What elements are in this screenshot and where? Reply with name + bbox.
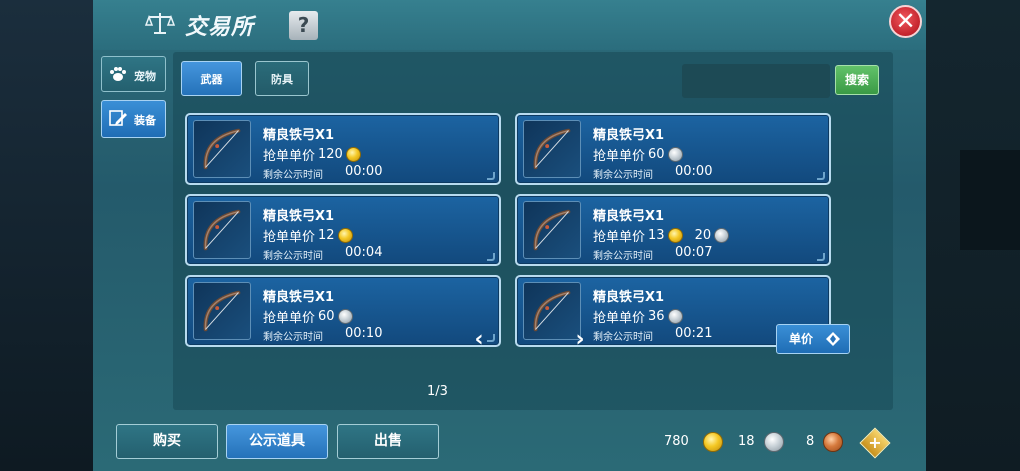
silver-coin-icon xyxy=(667,147,683,162)
window-title: 交易所 xyxy=(185,15,255,40)
silver-coin-icon xyxy=(714,228,730,243)
price-label: 抢单单价 xyxy=(593,311,646,326)
item-card[interactable]: 精良铁弓X1 抢单单价 120 剩余公示时间 00:00 xyxy=(185,113,501,185)
item-name: 精良铁弓X1 xyxy=(593,209,665,224)
silver-coin-icon xyxy=(764,432,784,452)
paw-icon xyxy=(110,67,126,81)
item-thumbnail xyxy=(193,201,251,259)
tab-sell[interactable]: 出售 xyxy=(337,424,439,459)
exchange-window: 交易所 ? ✕ 宠物 装备 武器 防具 搜索 精良铁弓X1 抢单单价 120 剩… xyxy=(93,0,926,471)
time-label: 剩余公示时间 xyxy=(263,251,323,262)
plus-icon: + xyxy=(868,433,882,452)
item-card[interactable]: 精良铁弓X1 抢单单价 60 剩余公示时间 00:10 xyxy=(185,275,501,347)
silver-amount: 18 xyxy=(738,434,755,449)
item-thumbnail xyxy=(523,201,581,259)
pencil-icon xyxy=(109,110,127,126)
card-corner-mark xyxy=(487,334,495,342)
tab-listed-items[interactable]: 公示道具 xyxy=(226,424,328,459)
gold-coin-icon xyxy=(345,147,361,162)
gold-amount: 780 xyxy=(664,434,689,449)
tab-armor[interactable]: 防具 xyxy=(255,61,309,96)
item-price: 抢单单价 120 xyxy=(263,145,361,164)
tab-buy[interactable]: 购买 xyxy=(116,424,218,459)
time-label: 剩余公示时间 xyxy=(593,251,653,262)
gold-coin-icon xyxy=(337,228,353,243)
price-amount: 36 xyxy=(648,309,665,324)
gold-coin-icon xyxy=(703,432,723,452)
item-price: 抢单单价 12 xyxy=(263,226,353,245)
card-corner-mark xyxy=(817,172,825,180)
copper-amount: 8 xyxy=(806,434,815,449)
price-label: 抢单单价 xyxy=(263,230,316,245)
item-card[interactable]: 精良铁弓X1 抢单单价 13 20 剩余公示时间 00:07 xyxy=(515,194,831,266)
search-input[interactable] xyxy=(682,64,830,98)
price-amount: 13 xyxy=(648,228,665,243)
time-label: 剩余公示时间 xyxy=(593,170,653,181)
page-indicator: 1/3 xyxy=(427,384,448,399)
time-label: 剩余公示时间 xyxy=(263,332,323,343)
time-label: 剩余公示时间 xyxy=(263,170,323,181)
bow-icon xyxy=(203,209,241,251)
bow-icon xyxy=(533,209,571,251)
bow-icon xyxy=(533,128,571,170)
bow-icon xyxy=(203,290,241,332)
item-thumbnail xyxy=(193,120,251,178)
item-name: 精良铁弓X1 xyxy=(593,128,665,143)
item-name: 精良铁弓X1 xyxy=(263,209,335,224)
side-tab-equipment[interactable]: 装备 xyxy=(101,100,166,138)
price-label: 抢单单价 xyxy=(593,230,646,245)
time-label: 剩余公示时间 xyxy=(593,332,653,343)
item-name: 精良铁弓X1 xyxy=(263,290,335,305)
sort-diamond-icon xyxy=(826,332,840,346)
silver-coin-icon xyxy=(337,309,353,324)
search-button[interactable]: 搜索 xyxy=(835,65,879,95)
price-amount: 60 xyxy=(318,309,335,324)
scale-icon xyxy=(145,13,175,34)
tab-weapons[interactable]: 武器 xyxy=(181,61,242,96)
item-thumbnail xyxy=(193,282,251,340)
time-remaining: 00:00 xyxy=(675,164,713,179)
item-card[interactable]: 精良铁弓X1 抢单单价 12 剩余公示时间 00:04 xyxy=(185,194,501,266)
bow-icon xyxy=(533,290,571,332)
help-button[interactable]: ? xyxy=(289,11,318,40)
price-amount: 60 xyxy=(648,147,665,162)
background-scenery-left xyxy=(0,0,95,471)
item-name: 精良铁弓X1 xyxy=(263,128,335,143)
price-label: 抢单单价 xyxy=(263,149,316,164)
card-corner-mark xyxy=(487,172,495,180)
card-corner-mark xyxy=(487,253,495,261)
item-price: 抢单单价 36 xyxy=(593,307,683,326)
side-tab-label: 宠物 xyxy=(134,70,156,83)
price-label: 抢单单价 xyxy=(593,149,646,164)
price-amount: 120 xyxy=(318,147,343,162)
sort-button-label: 单价 xyxy=(789,332,814,346)
card-corner-mark xyxy=(817,253,825,261)
title-bar: 交易所 ? ✕ xyxy=(93,0,926,50)
close-button[interactable]: ✕ xyxy=(889,5,922,38)
gold-coin-icon xyxy=(667,228,683,243)
copper-coin-icon xyxy=(823,432,843,452)
price-label: 抢单单价 xyxy=(263,311,316,326)
time-remaining: 00:21 xyxy=(675,326,713,341)
time-remaining: 00:10 xyxy=(345,326,383,341)
prev-page-button[interactable]: ‹ xyxy=(472,329,486,351)
side-tab-label: 装备 xyxy=(134,114,156,127)
bow-icon xyxy=(203,128,241,170)
item-card[interactable]: 精良铁弓X1 抢单单价 60 剩余公示时间 00:00 xyxy=(515,113,831,185)
price-amount: 12 xyxy=(318,228,335,243)
time-remaining: 00:04 xyxy=(345,245,383,260)
item-price: 抢单单价 13 20 xyxy=(593,226,730,245)
side-tab-pet[interactable]: 宠物 xyxy=(101,56,166,92)
next-page-button[interactable]: › xyxy=(573,329,587,351)
item-price: 抢单单价 60 xyxy=(263,307,353,326)
item-name: 精良铁弓X1 xyxy=(593,290,665,305)
item-thumbnail xyxy=(523,120,581,178)
time-remaining: 00:00 xyxy=(345,164,383,179)
item-price: 抢单单价 60 xyxy=(593,145,683,164)
time-remaining: 00:07 xyxy=(675,245,713,260)
silver-coin-icon xyxy=(667,309,683,324)
sort-unit-price-button[interactable]: 单价 xyxy=(776,324,850,354)
background-scenery-right xyxy=(924,0,1020,471)
price-amount: 20 xyxy=(694,228,712,243)
